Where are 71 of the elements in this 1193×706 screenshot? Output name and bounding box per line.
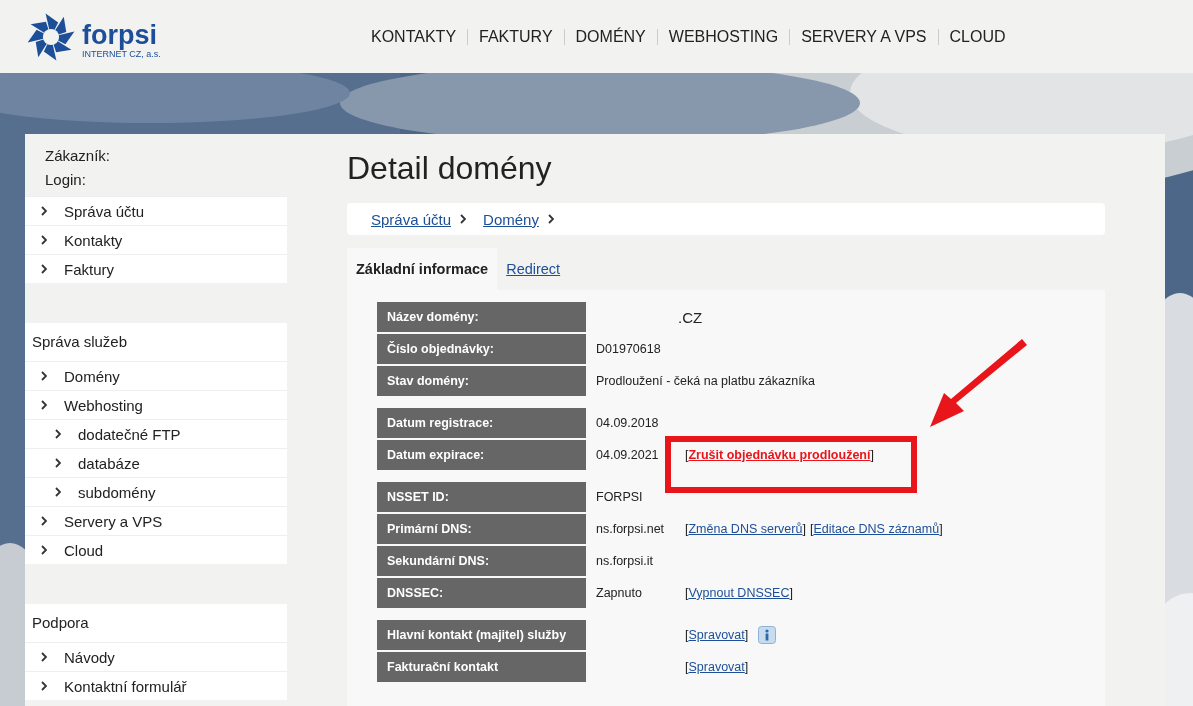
field-label: DNSSEC: bbox=[377, 578, 586, 608]
nav-link[interactable]: SERVERY A VPS bbox=[790, 27, 938, 46]
logo-name: forpsi bbox=[82, 20, 158, 49]
field-label: Datum registrace: bbox=[377, 408, 586, 438]
nav-link[interactable]: WEBHOSTING bbox=[657, 27, 790, 46]
action-link[interactable]: [Změna DNS serverů] bbox=[685, 522, 806, 536]
sidebar-item[interactable]: Správa účtu bbox=[25, 196, 287, 225]
nav-link[interactable]: KONTAKTY bbox=[360, 27, 468, 46]
field-value: Prodloužení - čeká na platbu zákazníka bbox=[596, 374, 815, 388]
nav-link[interactable]: FAKTURY bbox=[468, 27, 564, 46]
field-label: Datum expirace: bbox=[377, 440, 586, 470]
sidebar-item[interactable]: Webhosting bbox=[25, 390, 287, 419]
chevron-icon bbox=[547, 214, 554, 224]
section-title: Podpora bbox=[25, 604, 287, 642]
sidebar-item[interactable]: Servery a VPS bbox=[25, 506, 287, 535]
field-label: NSSET ID: bbox=[377, 482, 586, 512]
chevron-icon bbox=[41, 206, 47, 216]
sidebar-subitem[interactable]: subdomény bbox=[25, 477, 287, 506]
field-label: Stav domény: bbox=[377, 366, 586, 396]
chevron-icon bbox=[41, 235, 47, 245]
field-value: 04.09.2021 bbox=[596, 448, 659, 462]
action-link[interactable]: [Vypnout DNSSEC] bbox=[685, 586, 793, 600]
page-title: Detail domény bbox=[347, 150, 553, 187]
logo-subtitle: INTERNET CZ, a.s. bbox=[82, 48, 161, 59]
field-value: .CZ bbox=[678, 308, 703, 326]
nav-link[interactable]: CLOUD bbox=[938, 27, 1017, 46]
field-label: Hlavní kontakt (majitel) služby bbox=[377, 620, 586, 650]
field-label: Název domény: bbox=[377, 302, 586, 332]
sidebar-subitem[interactable]: dodatečné FTP bbox=[25, 419, 287, 448]
chevron-icon bbox=[41, 545, 47, 555]
nav-link[interactable]: DOMÉNY bbox=[564, 27, 657, 46]
chevron-icon bbox=[41, 264, 47, 274]
field-value: 04.09.2018 bbox=[596, 416, 659, 430]
chevron-icon bbox=[55, 487, 61, 497]
field-label: Číslo objednávky: bbox=[377, 334, 586, 364]
chevron-icon bbox=[41, 516, 47, 526]
field-value: FORPSI bbox=[596, 490, 643, 504]
field-label: Sekundární DNS: bbox=[377, 546, 586, 576]
chevron-icon bbox=[41, 681, 47, 691]
chevron-icon bbox=[460, 214, 467, 224]
chevron-icon bbox=[41, 371, 47, 381]
action-link[interactable]: [Editace DNS záznamů] bbox=[809, 522, 943, 536]
field-label: Fakturační kontakt bbox=[377, 652, 586, 682]
chevron-icon bbox=[41, 400, 47, 410]
action-link[interactable]: [Spravovat] bbox=[685, 660, 749, 674]
sidebar-item[interactable]: Faktury bbox=[25, 254, 287, 283]
account-label: Zákazník: bbox=[45, 147, 112, 164]
tab[interactable]: Redirect bbox=[497, 248, 570, 290]
account-label: Login: bbox=[45, 171, 87, 188]
sidebar-subitem[interactable]: databáze bbox=[25, 448, 287, 477]
action-link[interactable]: [Zrušit objednávku prodloužení] bbox=[685, 448, 874, 462]
tab[interactable]: Základní informace bbox=[347, 248, 498, 290]
field-value: ns.forpsi.net bbox=[596, 522, 665, 536]
sidebar-item[interactable]: Kontakty bbox=[25, 225, 287, 254]
sidebar-item[interactable]: Domény bbox=[25, 361, 287, 390]
chevron-icon bbox=[41, 652, 47, 662]
sidebar-item[interactable]: Kontaktní formulář bbox=[25, 671, 287, 700]
field-value: ns.forpsi.it bbox=[596, 554, 653, 568]
chevron-icon bbox=[55, 458, 61, 468]
action-link[interactable]: [Spravovat] bbox=[685, 628, 749, 642]
arrow-icon bbox=[928, 337, 1028, 429]
section-title: Správa služeb bbox=[25, 323, 287, 361]
chevron-icon bbox=[55, 429, 61, 439]
field-value: Zapnuto bbox=[596, 586, 642, 600]
sidebar-item[interactable]: Návody bbox=[25, 642, 287, 671]
breadcrumb-link[interactable]: Správa účtu bbox=[371, 210, 452, 228]
breadcrumb-link[interactable]: Domény bbox=[483, 210, 539, 228]
sidebar-item[interactable]: Cloud bbox=[25, 535, 287, 564]
field-value: D01970618 bbox=[596, 342, 661, 356]
field-label: Primární DNS: bbox=[377, 514, 586, 544]
info-icon[interactable] bbox=[758, 626, 777, 644]
